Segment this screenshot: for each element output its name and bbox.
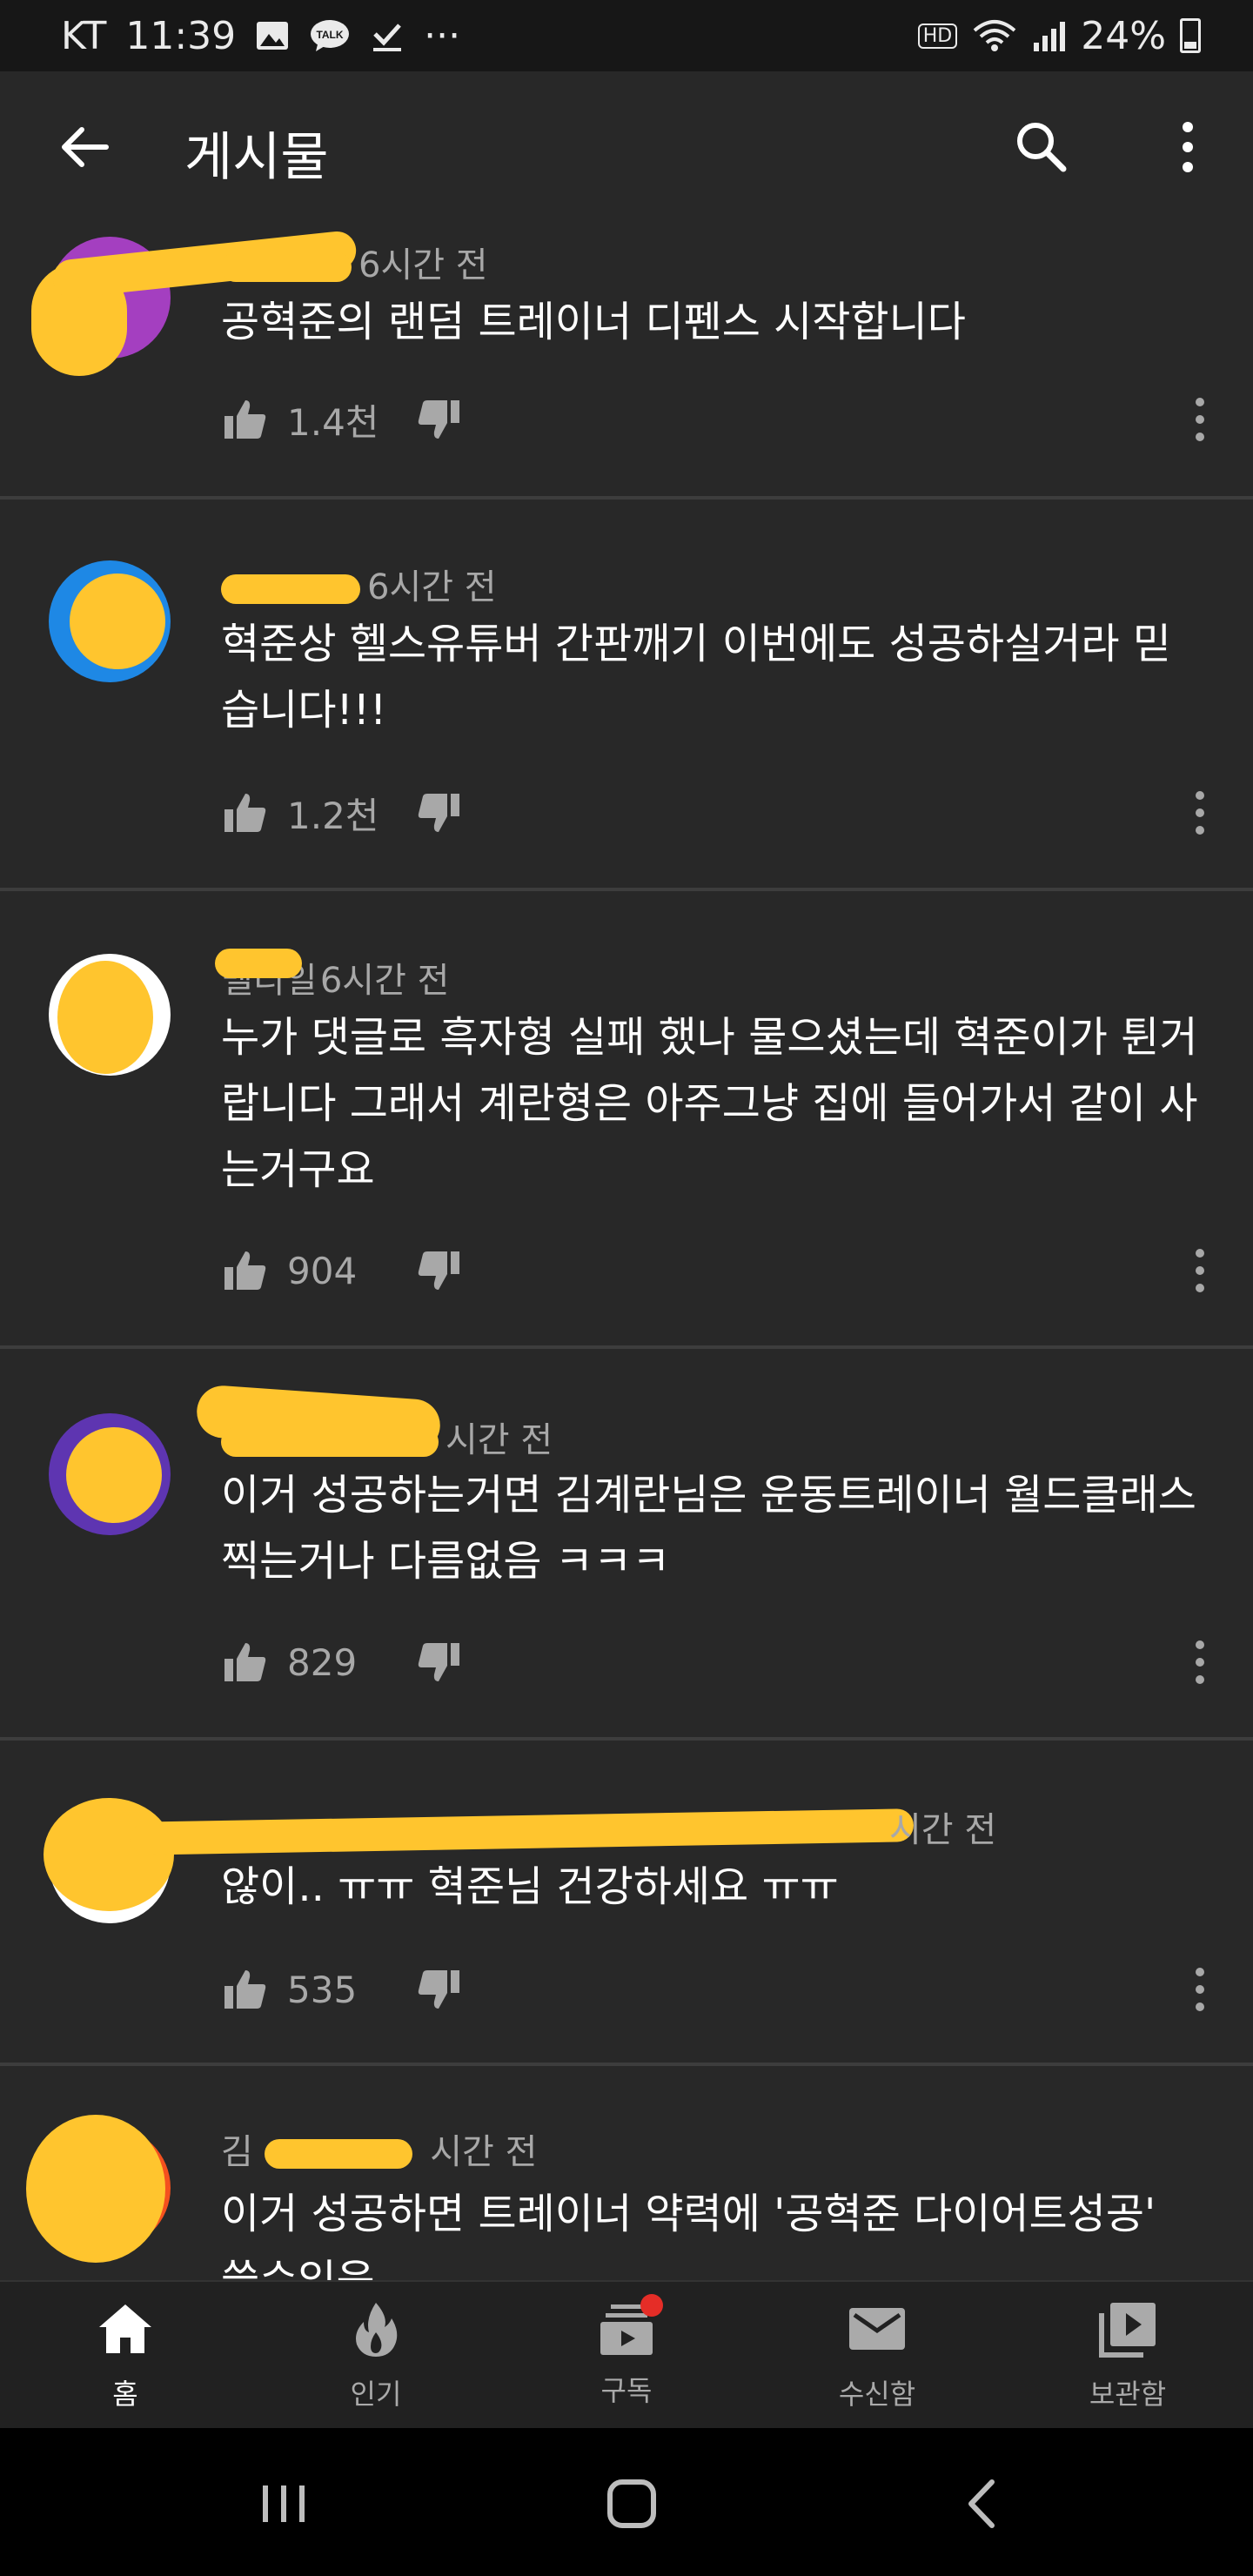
thumbs-down-icon[interactable] xyxy=(414,395,463,444)
like-count: 535 xyxy=(287,1968,358,2011)
nav-label: 수신함 xyxy=(838,2378,916,2411)
gallery-icon xyxy=(257,22,289,50)
comment-actions: 1.4천 xyxy=(221,393,463,446)
status-bar: KT 11:39 TALK ··· HD 24% xyxy=(0,0,1253,71)
author-redacted xyxy=(264,2139,412,2169)
comment-actions: 1.2천 xyxy=(221,787,463,839)
like-count: 904 xyxy=(287,1249,358,1292)
mail-icon xyxy=(849,2308,905,2350)
wifi-icon xyxy=(973,20,1016,51)
comment-actions: 829 xyxy=(221,1636,463,1688)
comment-time: 시간 전 xyxy=(446,1420,553,1460)
redaction-mark xyxy=(66,1427,162,1523)
redaction-mark xyxy=(130,1808,915,1855)
redaction-mark xyxy=(70,574,165,669)
thumbs-down-icon[interactable] xyxy=(414,1638,463,1687)
library-icon xyxy=(1099,2303,1156,2358)
comment-actions: 535 xyxy=(221,1963,463,2016)
thumbs-down-icon[interactable] xyxy=(414,788,463,837)
app-bar: 게시물 xyxy=(0,71,1253,219)
like-count: 1.4천 xyxy=(287,400,379,444)
redaction-mark xyxy=(26,2115,165,2263)
back-arrow-icon[interactable] xyxy=(54,117,115,178)
comment-text: 이거 성공하는거면 김계란님은 운동트레이너 월드클래스 찍는거나 다름없음 ㅋ… xyxy=(221,1471,1196,1586)
clock: 11:39 xyxy=(125,13,237,58)
nav-home[interactable]: 홈 xyxy=(38,2298,212,2412)
nav-label: 인기 xyxy=(350,2378,402,2411)
like-count: 1.2천 xyxy=(287,794,379,837)
author-redacted xyxy=(221,574,360,604)
talk-badge-text: TALK xyxy=(317,29,344,41)
author-redacted xyxy=(221,1427,439,1457)
nav-label: 보관함 xyxy=(1089,2378,1167,2411)
comment-text: 않이.. ㅠㅠ 혁준님 건강하세요 ㅠㅠ xyxy=(221,1862,839,1911)
thumbs-up-icon[interactable] xyxy=(221,788,270,837)
fire-icon xyxy=(356,2303,398,2357)
comment-item: 6시간 전 혁준상 헬스유튜버 간판깨기 이번에도 성공하실거라 믿습니다!!!… xyxy=(0,500,1253,891)
comment-text: 누가 댓글로 흑자형 실패 했나 물으셨는데 혁준이가 튄거랍니다 그래서 계란… xyxy=(221,1013,1198,1194)
thumbs-up-icon[interactable] xyxy=(221,395,270,444)
nav-inbox[interactable]: 수신함 xyxy=(790,2298,964,2412)
comment-author: 김 xyxy=(221,2132,253,2172)
search-icon[interactable] xyxy=(1011,117,1072,178)
comment-time: 시간 전 xyxy=(430,2132,538,2172)
comment-text: 이거 성공하면 트레이너 약력에 '공혁준 다이어트성공' 쓸수있음 xyxy=(221,2190,1156,2280)
comment-time: 6시간 전 xyxy=(319,961,450,1001)
comment-item: 6시간 전 공혁준의 랜덤 트레이너 디펜스 시작합니다 1.4천 xyxy=(0,219,1253,500)
battery-percent: 24% xyxy=(1081,13,1166,58)
comment-more-icon[interactable] xyxy=(1187,1636,1213,1688)
nav-label: 구독 xyxy=(600,2374,653,2407)
nav-subscriptions[interactable]: 구독 xyxy=(539,2294,714,2409)
home-icon xyxy=(99,2304,151,2353)
system-navigation-bar xyxy=(0,2428,1253,2576)
comment-item: 시간 전 않이.. ㅠㅠ 혁준님 건강하세요 ㅠㅠ 535 xyxy=(0,1741,1253,2066)
comment-meta: 시간 전 xyxy=(889,1801,996,1852)
author-redacted xyxy=(221,252,352,282)
nav-label: 홈 xyxy=(112,2378,138,2411)
more-options-icon[interactable] xyxy=(1157,117,1218,178)
redaction-mark xyxy=(57,961,153,1074)
comment-text: 혁준상 헬스유튜버 간판깨기 이번에도 성공하실거라 믿습니다!!! xyxy=(221,620,1171,735)
comment-meta: 벨디일 6시간 전 xyxy=(215,949,450,1003)
thumbs-down-icon[interactable] xyxy=(414,1246,463,1295)
page-title: 게시물 xyxy=(184,127,329,188)
battery-icon xyxy=(1180,18,1201,53)
thumbs-up-icon[interactable] xyxy=(221,1246,270,1295)
carrier-label: KT xyxy=(61,13,107,58)
comment-item: 김 시간 전 이거 성공하면 트레이너 약력에 '공혁준 다이어트성공' 쓸수있… xyxy=(0,2066,1253,2280)
home-button-icon[interactable] xyxy=(597,2473,667,2534)
comment-more-icon[interactable] xyxy=(1187,1963,1213,2016)
comment-time: 6시간 전 xyxy=(367,567,497,607)
comment-more-icon[interactable] xyxy=(1187,1244,1213,1297)
thumbs-up-icon[interactable] xyxy=(221,1965,270,2014)
comment-more-icon[interactable] xyxy=(1187,787,1213,839)
signal-icon xyxy=(1034,22,1066,51)
comment-meta: 6시간 전 xyxy=(221,237,488,287)
more-notifications: ··· xyxy=(424,13,461,58)
nav-library[interactable]: 보관함 xyxy=(1041,2298,1215,2412)
notification-dot xyxy=(640,2294,663,2317)
author-redacted xyxy=(215,949,303,978)
thumbs-down-icon[interactable] xyxy=(414,1965,463,2014)
comment-item: 벨디일 6시간 전 누가 댓글로 흑자형 실패 했나 물으셨는데 혁준이가 튄거… xyxy=(0,891,1253,1349)
comment-actions: 904 xyxy=(221,1244,463,1297)
comment-item: 시간 전 이거 성공하는거면 김계란님은 운동트레이너 월드클래스 찍는거나 다… xyxy=(0,1349,1253,1741)
comment-text: 공혁준의 랜덤 트레이너 디펜스 시작합니다 xyxy=(221,298,966,346)
back-button-icon[interactable] xyxy=(948,2473,1018,2534)
comment-meta: 시간 전 xyxy=(221,1412,553,1462)
recent-apps-icon[interactable] xyxy=(249,2473,318,2534)
hd-voice-icon: HD xyxy=(917,23,958,49)
comment-time: 6시간 전 xyxy=(358,245,488,285)
subscriptions-icon xyxy=(595,2294,663,2360)
bottom-navigation: 홈 인기 구독 수신함 보관함 xyxy=(0,2280,1253,2430)
thumbs-up-icon[interactable] xyxy=(221,1638,270,1687)
comment-more-icon[interactable] xyxy=(1187,393,1213,446)
comment-meta: 6시간 전 xyxy=(221,559,497,609)
comment-time: 시간 전 xyxy=(889,1810,997,1850)
nav-trending[interactable]: 인기 xyxy=(289,2298,463,2412)
task-done-icon xyxy=(373,23,402,51)
like-count: 829 xyxy=(287,1640,358,1684)
comment-meta: 김 시간 전 xyxy=(221,2123,537,2174)
kakaotalk-icon: TALK xyxy=(311,20,350,51)
